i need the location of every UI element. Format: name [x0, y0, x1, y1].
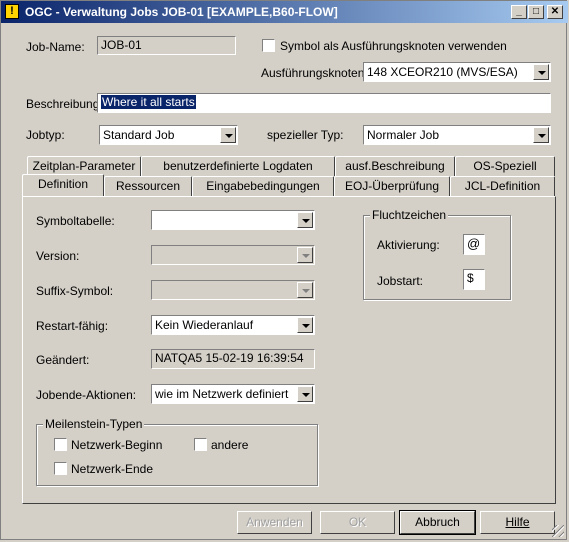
window-title: OGC - Verwaltung Jobs JOB-01 [EXAMPLE,B6… [25, 5, 338, 19]
jobend-value: wie im Netzwerk definiert [155, 387, 289, 401]
jobtype-label: Jobtyp: [26, 128, 65, 142]
tab-eoj-ueberpruefung[interactable]: EOJ-Überprüfung [334, 176, 450, 196]
chevron-down-icon [297, 247, 313, 263]
special-type-value: Normaler Job [367, 128, 440, 142]
jobend-select[interactable]: wie im Netzwerk definiert [151, 384, 315, 404]
symbol-node-checkbox[interactable] [262, 39, 275, 52]
chevron-down-icon[interactable] [297, 386, 313, 402]
jobtype-select[interactable]: Standard Job [99, 125, 238, 145]
maximize-button[interactable]: □ [528, 5, 544, 19]
node-label: Ausführungsknoten: [261, 66, 368, 80]
resize-grip[interactable] [552, 525, 564, 537]
suffix-select [151, 280, 315, 300]
execution-node-value: 148 XCEOR210 (MVS/ESA) [367, 65, 518, 79]
tab-ausf-beschreibung[interactable]: ausf.Beschreibung [335, 156, 455, 176]
chevron-down-icon[interactable] [533, 64, 549, 80]
chevron-down-icon [297, 282, 313, 298]
milestone-group-title: Meilenstein-Typen [43, 417, 145, 431]
tab-ressourcen[interactable]: Ressourcen [104, 176, 192, 196]
symbol-node-checkbox-label[interactable]: Symbol als Ausführungsknoten verwenden [280, 39, 507, 53]
tab-row-back: Zeitplan-Parameter benutzerdefinierte Lo… [1, 156, 568, 176]
network-begin-label[interactable]: Netzwerk-Beginn [71, 438, 162, 452]
version-label: Version: [36, 249, 80, 263]
activation-label: Aktivierung: [377, 238, 440, 252]
minimize-button[interactable]: _ [511, 5, 527, 19]
other-checkbox[interactable] [194, 438, 207, 451]
apply-button[interactable]: Anwenden [237, 511, 312, 534]
tab-benutzerdefinierte-logdaten[interactable]: benutzerdefinierte Logdaten [141, 156, 335, 176]
restart-select[interactable]: Kein Wiederanlauf [151, 315, 315, 335]
milestone-group: Meilenstein-Typen [36, 417, 318, 486]
chevron-down-icon[interactable] [220, 127, 236, 143]
tab-eingabebedingungen[interactable]: Eingabebedingungen [192, 176, 334, 196]
network-end-checkbox[interactable] [54, 462, 67, 475]
network-end-label[interactable]: Netzwerk-Ende [71, 462, 153, 476]
escape-group-title: Fluchtzeichen [370, 208, 449, 222]
changed-label: Geändert: [36, 353, 90, 367]
jobname-label: Job-Name: [26, 40, 85, 54]
chevron-down-icon[interactable] [533, 127, 549, 143]
description-label: Beschreibung: [26, 97, 103, 111]
execution-node-select[interactable]: 148 XCEOR210 (MVS/ESA) [363, 62, 551, 82]
app-icon: ! [5, 4, 19, 19]
jobend-label: Jobende-Aktionen: [36, 388, 137, 402]
jobstart-input[interactable]: $ [463, 269, 485, 290]
description-input[interactable]: Where it all starts [97, 93, 551, 113]
changed-field: NATQA5 15-02-19 16:39:54 [151, 349, 315, 369]
tab-definition[interactable]: Definition [22, 174, 104, 196]
description-value: Where it all starts [101, 95, 196, 109]
ok-button[interactable]: OK [320, 511, 395, 534]
cancel-button[interactable]: Abbruch [399, 510, 476, 535]
special-type-select[interactable]: Normaler Job [363, 125, 551, 145]
network-begin-checkbox[interactable] [54, 438, 67, 451]
tab-row-front: Definition Ressourcen Eingabebedingungen… [1, 174, 568, 196]
special-type-label: spezieller Typ: [267, 128, 344, 142]
chevron-down-icon[interactable] [297, 212, 313, 228]
symboltable-label: Symboltabelle: [36, 214, 115, 228]
other-label[interactable]: andere [211, 438, 248, 452]
jobstart-label: Jobstart: [377, 274, 424, 288]
title-bar[interactable]: ! OGC - Verwaltung Jobs JOB-01 [EXAMPLE,… [1, 1, 568, 23]
restart-label: Restart-fähig: [36, 319, 109, 333]
symboltable-select[interactable] [151, 210, 315, 230]
activation-input[interactable]: @ [463, 234, 485, 255]
help-button[interactable]: Hilfe [480, 511, 555, 534]
chevron-down-icon[interactable] [297, 317, 313, 333]
jobtype-value: Standard Job [103, 128, 175, 142]
dialog-window: ! OGC - Verwaltung Jobs JOB-01 [EXAMPLE,… [0, 0, 568, 540]
jobname-field: JOB-01 [97, 36, 236, 55]
version-select [151, 245, 315, 265]
suffix-label: Suffix-Symbol: [36, 284, 114, 298]
tab-os-speziell[interactable]: OS-Speziell [455, 156, 555, 176]
close-button[interactable]: ✕ [547, 5, 563, 19]
tab-jcl-definition[interactable]: JCL-Definition [450, 176, 555, 196]
restart-value: Kein Wiederanlauf [155, 318, 254, 332]
tab-zeitplan-parameter[interactable]: Zeitplan-Parameter [27, 156, 141, 176]
